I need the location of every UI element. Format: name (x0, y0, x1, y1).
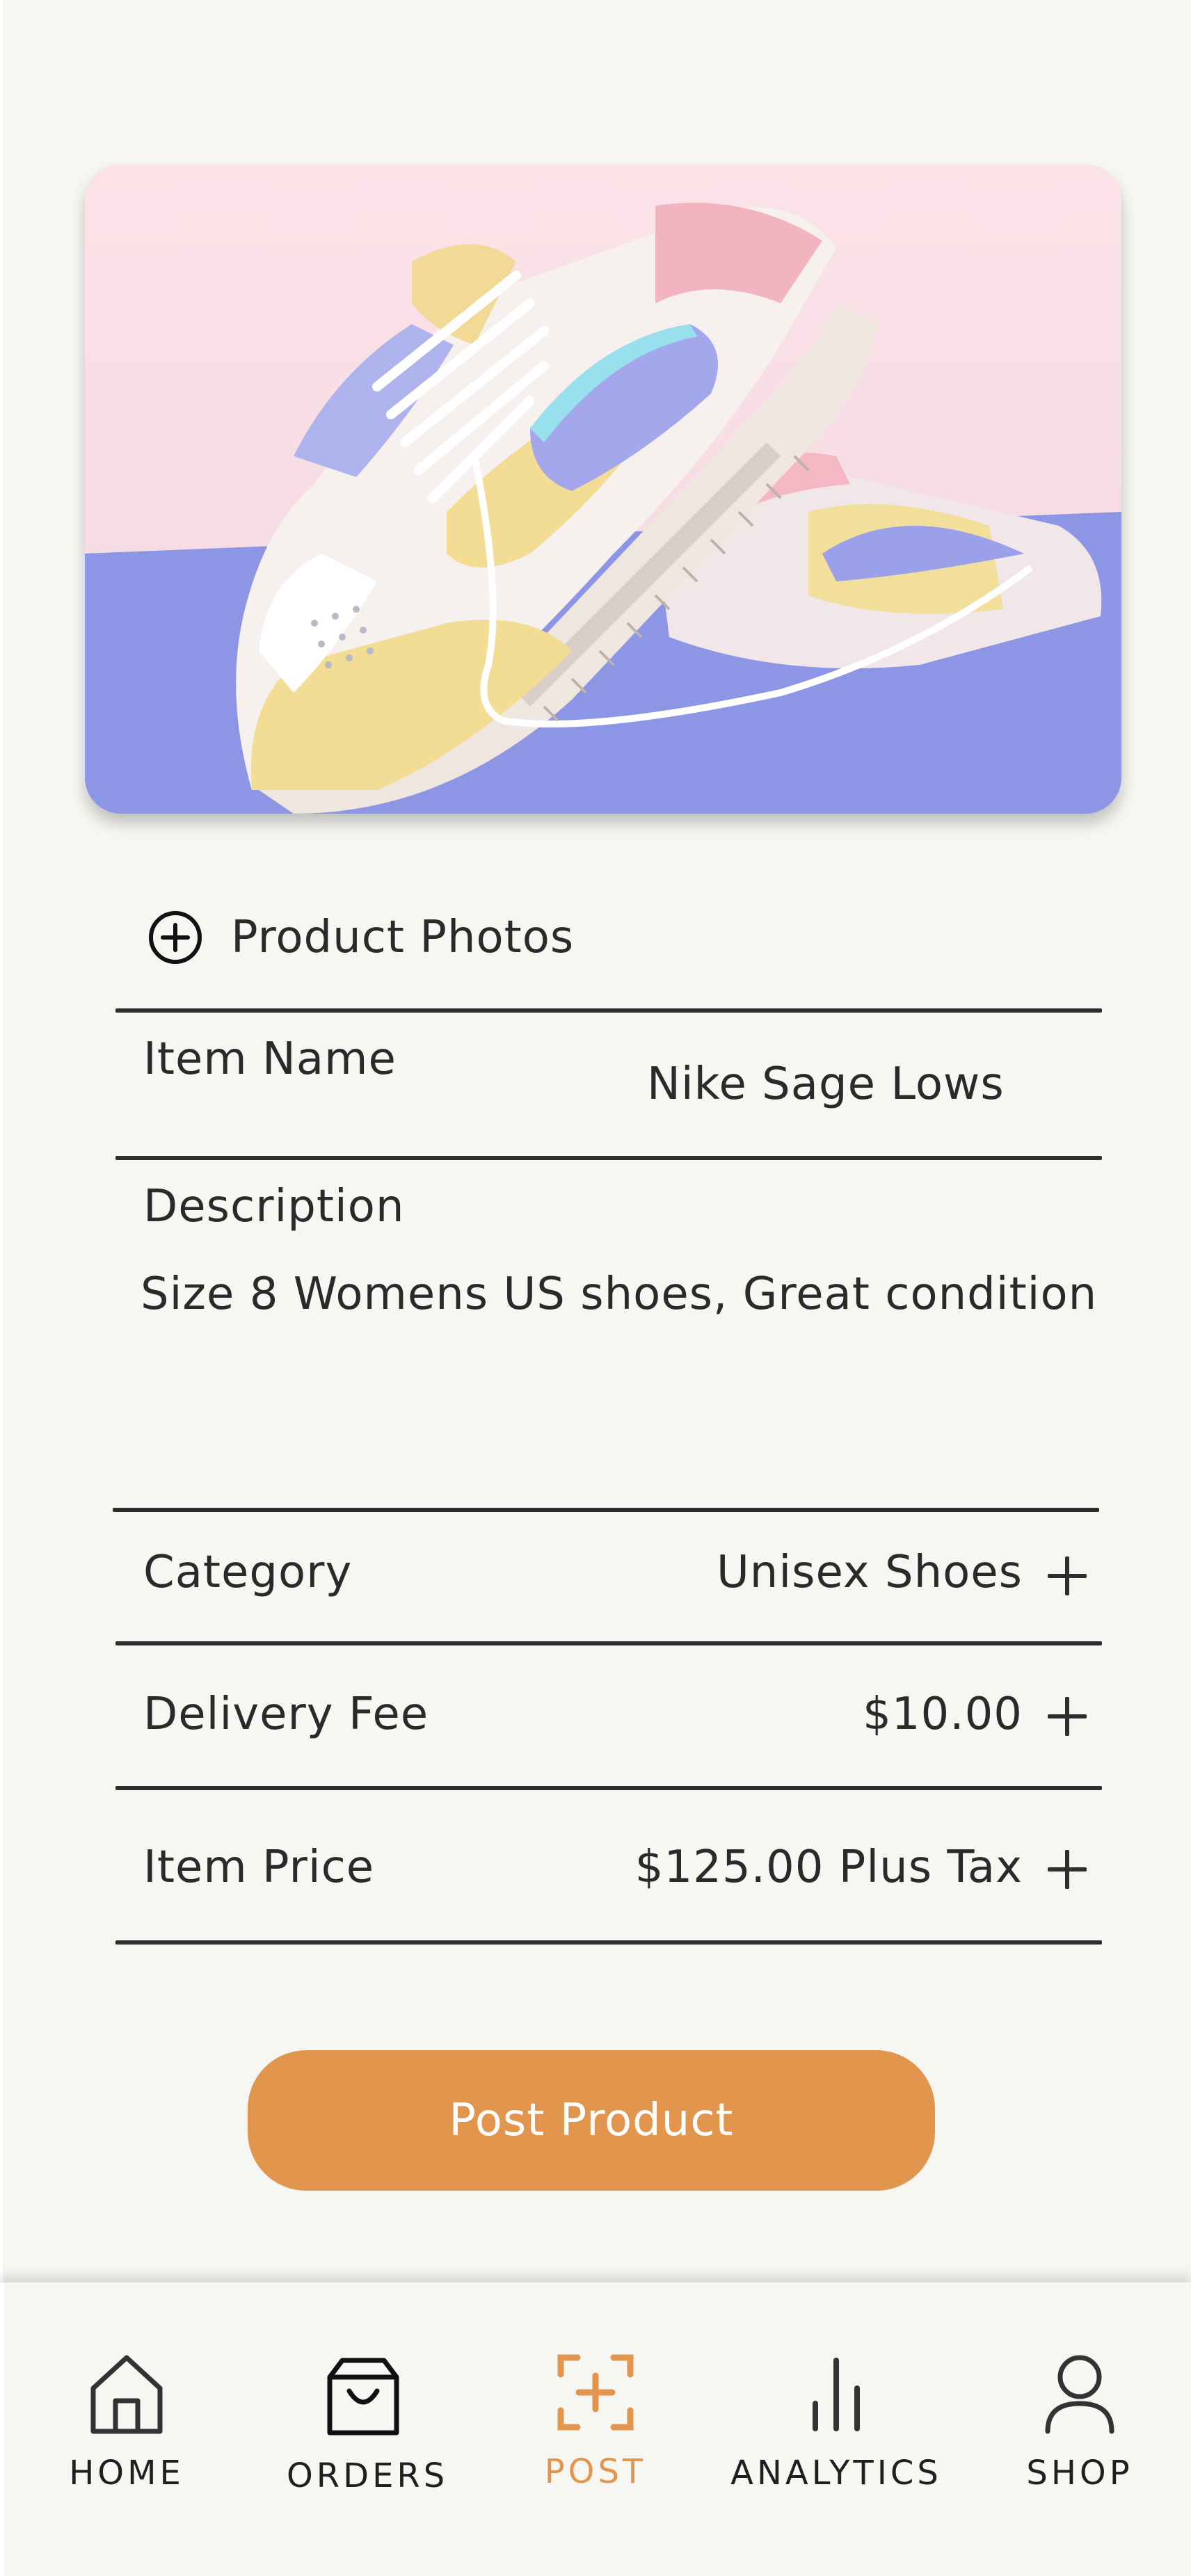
nav-analytics-label: ANALYTICS (730, 2454, 942, 2493)
nav-orders-label: ORDERS (287, 2456, 449, 2495)
divider (115, 1940, 1102, 1945)
item-name-input[interactable]: Nike Sage Lows (647, 1058, 1005, 1110)
delivery-fee-add-button[interactable] (1048, 1697, 1087, 1736)
add-photos-label: Product Photos (231, 912, 575, 963)
description-label: Description (143, 1181, 405, 1232)
item-price-add-button[interactable] (1048, 1850, 1087, 1889)
divider (113, 1508, 1099, 1512)
left-edge (0, 0, 3, 2576)
delivery-fee-value[interactable]: $10.00 (863, 1689, 1023, 1740)
nav-post-label: POST (544, 2452, 647, 2491)
item-price-value[interactable]: $125.00 Plus Tax (635, 1842, 1023, 1893)
divider (115, 1786, 1102, 1790)
nav-home[interactable]: HOME (64, 2351, 189, 2493)
plus-circle-icon (149, 911, 202, 964)
description-input[interactable]: Size 8 Womens US shoes, Great condition (141, 1269, 1097, 1320)
nav-home-label: HOME (69, 2454, 184, 2493)
category-value[interactable]: Unisex Shoes (717, 1547, 1023, 1598)
divider (115, 1008, 1102, 1013)
category-add-button[interactable] (1048, 1556, 1087, 1595)
add-post-icon (557, 2354, 634, 2431)
user-icon (1045, 2355, 1114, 2434)
divider (115, 1156, 1102, 1160)
nav-orders[interactable]: ORDERS (287, 2353, 449, 2495)
nav-shop-label: SHOP (1026, 2454, 1133, 2493)
delivery-fee-label: Delivery Fee (143, 1689, 429, 1740)
add-product-photos[interactable]: Product Photos (147, 910, 574, 965)
nav-shop[interactable]: SHOP (1017, 2351, 1142, 2493)
divider (115, 1641, 1102, 1645)
item-name-label: Item Name (143, 1033, 397, 1085)
nav-post[interactable]: POST (533, 2349, 658, 2491)
post-product-button[interactable]: Post Product (248, 2050, 935, 2191)
home-icon (90, 2355, 163, 2434)
bottom-nav: HOME ORDERS POST ANALYTICS SHOP (0, 2283, 1191, 2576)
item-price-label: Item Price (143, 1842, 375, 1893)
category-label: Category (143, 1547, 353, 1598)
bar-chart-icon (813, 2358, 860, 2431)
product-image[interactable] (85, 164, 1121, 814)
nav-analytics[interactable]: ANALYTICS (725, 2351, 948, 2493)
shopping-bag-icon (327, 2358, 399, 2436)
sneaker-illustration (85, 164, 1121, 814)
